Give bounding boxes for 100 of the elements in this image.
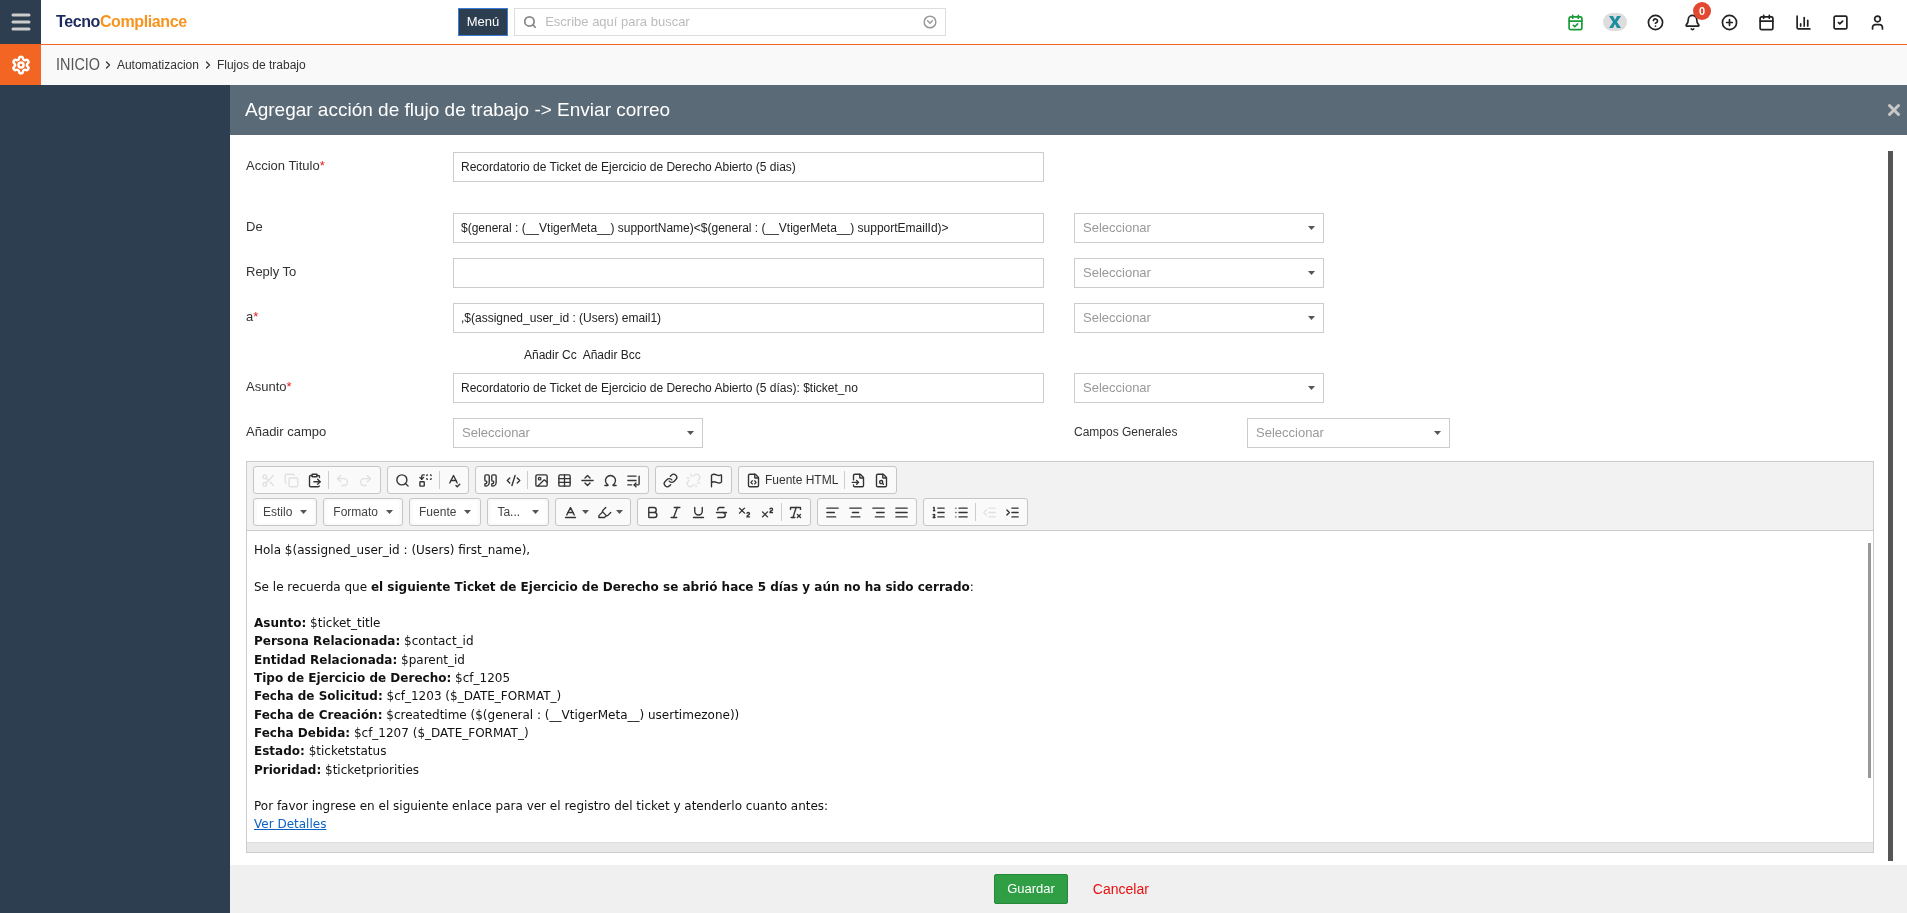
header-icon-button[interactable] [1794, 13, 1812, 31]
cancel-link[interactable]: Cancelar [1092, 878, 1149, 900]
x-logo-button[interactable] [1603, 13, 1627, 31]
search-input[interactable]: Escribe aquí para buscar [545, 12, 916, 32]
checkbox-icon [1831, 13, 1849, 31]
align-right-icon [871, 504, 887, 520]
underline-icon [691, 504, 707, 520]
logo: TecnoCompliance [56, 12, 187, 32]
caret-icon [687, 431, 694, 435]
remove-format-icon [788, 504, 804, 520]
caret-icon [1434, 431, 1441, 435]
details-link[interactable]: Ver Detalles [254, 817, 327, 832]
search-field[interactable]: Escribe aquí para buscar [514, 8, 947, 36]
bell-icon [1683, 13, 1701, 31]
undo-icon [335, 472, 350, 488]
toolbar-dropdown[interactable]: Estilo [257, 501, 314, 523]
caret-icon [386, 510, 394, 514]
strikethrough-icon [714, 504, 730, 520]
scissors-icon [261, 472, 276, 488]
caret-icon [464, 510, 472, 514]
unlink-icon [686, 472, 701, 488]
field-label: Añadir campo [246, 423, 328, 441]
header-icon-button[interactable] [1757, 13, 1775, 31]
help-icon [1646, 13, 1664, 31]
chevron-down-icon [923, 15, 938, 29]
caret-icon [1308, 386, 1315, 390]
search-icon [395, 472, 410, 488]
add-recipient-link[interactable]: Añadir Cc [524, 346, 577, 364]
field-label: De [246, 218, 263, 236]
text-field[interactable]: $(general : (__VtigerMeta__) supportName)<$(general : (__VtigerMeta__) supportEmailId)> [453, 213, 1044, 243]
header-icon-button[interactable] [1646, 13, 1664, 31]
redo-icon [358, 472, 373, 488]
toolbar-dropdown[interactable]: Formato [327, 501, 400, 523]
add-recipient-link[interactable]: Añadir Bcc [582, 346, 641, 364]
body-text: Estado: $ticketstatus [254, 744, 387, 759]
bar-chart-icon [1794, 13, 1812, 31]
body-text: Fecha de Solicitud: $cf_1203 ($_DATE_FORMAT_) [254, 689, 562, 704]
page-scrollbar[interactable] [1888, 151, 1893, 861]
numbered-list-icon [931, 504, 947, 520]
outdent-icon [982, 504, 998, 520]
file-input-icon [851, 472, 867, 488]
body-text: Por favor ingrese en el siguiente enlace para ver el registro del ticket y atenderlo cuanto antes: [254, 799, 829, 814]
body-text: Entidad Relacionada: $parent_id [254, 652, 465, 667]
plus-circle-icon [1720, 13, 1738, 31]
flag-icon [709, 472, 724, 488]
spellcheck-icon [446, 472, 461, 488]
list-end-icon [626, 472, 641, 488]
file-search-icon [874, 472, 890, 488]
breadcrumb-link[interactable]: INICIO [56, 53, 100, 77]
body-text: Fecha de Creación: $createdtime ($(general : (__VtigerMeta__) usertimezone)) [254, 707, 740, 722]
header-icon-button[interactable] [1683, 13, 1701, 31]
highlighter-icon [597, 504, 613, 520]
replace-icon [418, 472, 433, 488]
body-text: Fecha Debida: $cf_1207 ($_DATE_FORMAT_) [254, 725, 529, 740]
align-justify-icon [894, 504, 910, 520]
body-text: Se le recuerda que el siguiente Ticket de Ejercicio de Derecho se abrió hace 5 días y aún no ha sido cerrado: [254, 579, 974, 594]
caret-icon [616, 510, 624, 514]
field-label: a* [246, 308, 259, 326]
text-field[interactable]: Recordatorio de Ticket de Ejercicio de Derecho Abierto (5 dias) [453, 152, 1044, 182]
toolbar-button[interactable]: Fuente HTML [742, 469, 843, 491]
subscript-icon [737, 504, 753, 520]
indent-icon [1005, 504, 1021, 520]
settings-button[interactable] [0, 45, 41, 85]
text-field[interactable]: Recordatorio de Ticket de Ejercicio de Derecho Abierto (5 días): $ticket_no [453, 373, 1044, 403]
calendar-icon [1757, 13, 1775, 31]
menu-button[interactable] [0, 0, 41, 44]
omega-icon [603, 472, 618, 488]
text-field[interactable] [453, 258, 1044, 288]
toolbar-dropdown[interactable]: Ta... [491, 501, 546, 523]
superscript-icon [760, 504, 776, 520]
search-icon [523, 15, 538, 29]
close-icon[interactable] [1885, 101, 1903, 119]
field-label: Campos Generales [1074, 424, 1178, 441]
image-icon [534, 472, 549, 488]
code-icon [506, 472, 521, 488]
caret-icon [1308, 316, 1315, 320]
main-menu-button[interactable]: Menú [457, 8, 509, 36]
field-label: Asunto* [246, 378, 292, 396]
copy-icon [284, 472, 299, 488]
settings-icon [10, 55, 31, 75]
caret-icon [532, 510, 540, 514]
breadcrumb-link[interactable]: Automatizacion [116, 56, 199, 74]
body-text: Prioridad: $ticketpriorities [254, 762, 420, 777]
bulleted-list-icon [954, 504, 970, 520]
header-icon-button[interactable] [1831, 13, 1849, 31]
toolbar-dropdown[interactable]: Fuente [413, 501, 478, 523]
body-text: Asunto: $ticket_title [254, 616, 381, 631]
text-field[interactable]: ,$(assigned_user_id : (Users) email1) [453, 303, 1044, 333]
header-icon-button[interactable] [1720, 13, 1738, 31]
field-label: Reply To [246, 263, 297, 281]
link-icon [663, 472, 678, 488]
breadcrumb-link[interactable]: Flujos de trabajo [216, 56, 306, 74]
body-text: Hola $(assigned_user_id : (Users) first_name), [254, 543, 531, 557]
caret-icon [582, 510, 590, 514]
horizontal-rule-icon [580, 472, 595, 488]
editor-scrollbar[interactable] [1868, 543, 1871, 778]
body-text: Persona Relacionada: $contact_id [254, 634, 474, 649]
align-left-icon [825, 504, 841, 520]
quote-icon [483, 472, 498, 488]
text-color-icon [563, 504, 579, 520]
